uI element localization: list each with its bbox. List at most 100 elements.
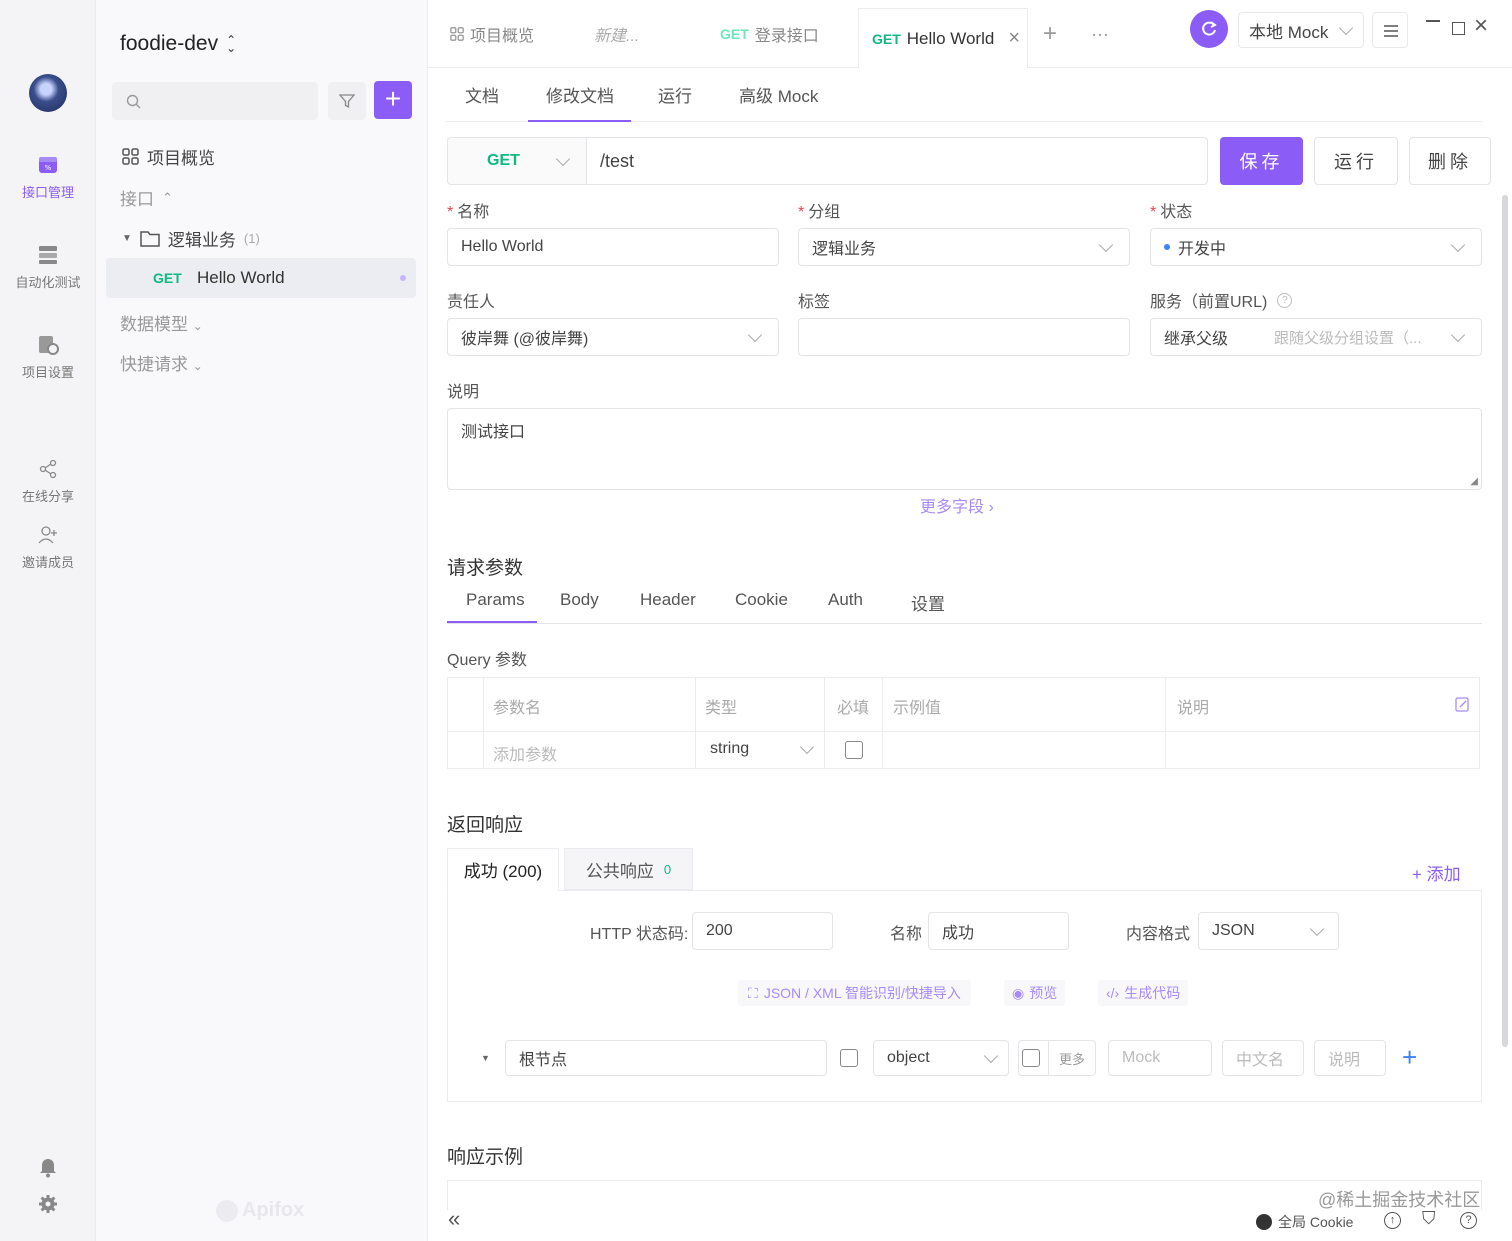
- owner-select[interactable]: 彼岸舞 (@彼岸舞): [447, 318, 779, 356]
- tab-edit-doc[interactable]: 修改文档: [546, 82, 614, 107]
- run-button[interactable]: 运行: [1314, 137, 1398, 185]
- sidebar-endpoint-hello-world[interactable]: GET Hello World: [106, 258, 416, 298]
- grid-icon: [122, 148, 139, 165]
- help-circle-icon[interactable]: ?: [1460, 1212, 1477, 1229]
- root-mock-input[interactable]: Mock: [1108, 1040, 1212, 1076]
- tab-login[interactable]: GET 登录接口: [720, 0, 819, 68]
- tab-doc[interactable]: 文档: [465, 82, 499, 107]
- help-icon[interactable]: ?: [1277, 292, 1293, 308]
- group-select[interactable]: 逻辑业务: [798, 228, 1130, 266]
- status-select[interactable]: 开发中: [1150, 228, 1482, 266]
- add-button[interactable]: +: [374, 81, 412, 119]
- sidebar-item-data-models[interactable]: 数据模型 ⌄: [120, 310, 203, 335]
- scrollbar[interactable]: [1502, 195, 1508, 1047]
- sidebar-item-quick-requests[interactable]: 快捷请求 ⌄: [120, 350, 203, 375]
- method-select[interactable]: GET: [447, 137, 587, 185]
- tab-cookie[interactable]: Cookie: [735, 590, 788, 610]
- root-type-select[interactable]: object: [873, 1040, 1009, 1076]
- tab-new[interactable]: 新建...: [594, 0, 639, 68]
- rail-item-project-settings[interactable]: 项目设置: [0, 334, 96, 381]
- more-fields-link[interactable]: 更多字段 ›: [920, 493, 994, 517]
- caret-down-icon[interactable]: ▼: [481, 1053, 490, 1063]
- tab-settings[interactable]: 设置: [911, 590, 945, 615]
- add-param-input[interactable]: 添加参数: [493, 741, 557, 765]
- env-menu-button[interactable]: [1372, 12, 1408, 48]
- name-input[interactable]: Hello World: [447, 228, 779, 266]
- rail-item-automation[interactable]: 自动化测试: [0, 244, 96, 291]
- tags-input[interactable]: [798, 318, 1130, 356]
- resize-handle-icon[interactable]: ◢: [1470, 476, 1478, 487]
- filter-icon: [339, 94, 355, 109]
- project-switcher[interactable]: foodie-dev ⌃ ⌄: [120, 32, 236, 56]
- minimize-icon[interactable]: [1426, 20, 1440, 22]
- tab-hello-world[interactable]: GET Hello World ×: [858, 8, 1028, 68]
- more-tabs-icon[interactable]: ···: [1091, 0, 1109, 68]
- settings-doc-icon: [39, 336, 59, 355]
- rail-item-api-management[interactable]: % 接口管理: [0, 154, 96, 201]
- root-required-checkbox[interactable]: [840, 1049, 858, 1067]
- tags-label: 标签: [798, 294, 831, 311]
- gear-icon[interactable]: [38, 1194, 58, 1214]
- sidebar-item-interfaces[interactable]: 接口 ⌃: [120, 185, 173, 210]
- content-format-select[interactable]: JSON: [1198, 912, 1339, 950]
- save-button[interactable]: 保存: [1220, 137, 1303, 185]
- response-name-input[interactable]: 成功: [928, 912, 1069, 950]
- status-code-label: HTTP 状态码:: [590, 926, 689, 943]
- tab-response-common[interactable]: 公共响应 0: [564, 848, 693, 890]
- tab-advanced-mock[interactable]: 高级 Mock: [739, 82, 818, 107]
- sync-button[interactable]: [1190, 10, 1228, 48]
- rail-item-invite[interactable]: 邀请成员: [0, 524, 96, 571]
- response-example-title: 响应示例: [447, 1147, 524, 1168]
- add-child-button[interactable]: +: [1402, 1040, 1417, 1074]
- root-node-input[interactable]: 根节点: [505, 1040, 827, 1076]
- rail-item-share[interactable]: 在线分享: [0, 458, 96, 505]
- collapse-sidebar-icon[interactable]: «: [448, 1206, 460, 1232]
- desc-label: 说明: [447, 384, 480, 401]
- tab-body[interactable]: Body: [560, 590, 599, 610]
- root-nullable-checkbox[interactable]: [1022, 1049, 1040, 1067]
- root-cn-name-input[interactable]: 中文名: [1222, 1040, 1304, 1076]
- method-badge: GET: [153, 270, 182, 286]
- service-select[interactable]: 继承父级 跟随父级分组设置（...: [1150, 318, 1482, 356]
- query-params-table: 参数名 类型 必填 示例值 说明 添加参数 string: [447, 677, 1480, 769]
- menu-icon: [1384, 25, 1398, 37]
- upload-icon[interactable]: ↑: [1384, 1212, 1401, 1229]
- sidebar-item-overview[interactable]: 项目概览: [122, 144, 215, 169]
- root-more-group[interactable]: 更多: [1018, 1040, 1096, 1076]
- tab-response-success[interactable]: 成功 (200): [447, 848, 559, 891]
- maximize-icon[interactable]: [1452, 22, 1465, 35]
- col-desc: 说明: [1177, 700, 1210, 717]
- preview-button[interactable]: ◉ 预览: [1004, 980, 1066, 1006]
- tab-header[interactable]: Header: [640, 590, 696, 610]
- global-cookie-button[interactable]: 全局 Cookie: [1256, 1212, 1353, 1232]
- smart-import-button[interactable]: ⛶ JSON / XML 智能识别/快捷导入: [738, 980, 971, 1006]
- bulk-edit-icon[interactable]: [1455, 697, 1470, 712]
- required-checkbox[interactable]: [845, 741, 863, 759]
- generate-code-button[interactable]: ‹/› 生成代码: [1098, 980, 1189, 1006]
- tab-run[interactable]: 运行: [658, 82, 692, 107]
- search-input[interactable]: [112, 82, 318, 120]
- chevron-down-icon: [747, 327, 763, 343]
- status-code-input[interactable]: 200: [692, 912, 833, 950]
- tab-auth[interactable]: Auth: [828, 590, 863, 610]
- env-select[interactable]: 本地 Mock: [1238, 12, 1364, 48]
- refresh-icon: [1202, 21, 1217, 36]
- avatar[interactable]: [29, 74, 67, 112]
- close-icon[interactable]: ×: [1008, 27, 1020, 50]
- sidebar-folder[interactable]: ▼ 逻辑业务 (1): [122, 226, 260, 251]
- tab-overview[interactable]: 项目概览: [450, 0, 534, 68]
- root-desc-input[interactable]: 说明: [1314, 1040, 1386, 1076]
- new-tab-button[interactable]: +: [1043, 0, 1057, 68]
- path-input[interactable]: /test: [586, 137, 1208, 185]
- param-type-select[interactable]: string: [710, 739, 820, 758]
- desc-textarea[interactable]: 测试接口 ◢: [447, 408, 1482, 490]
- delete-button[interactable]: 删除: [1409, 137, 1491, 185]
- main-panel: 项目概览 新建... GET 登录接口 GET Hello World × + …: [428, 0, 1512, 1241]
- bell-icon[interactable]: [38, 1156, 58, 1178]
- window-close-icon[interactable]: ×: [1474, 14, 1488, 38]
- tab-params[interactable]: Params: [466, 590, 525, 610]
- shirt-icon[interactable]: ⛉: [1422, 1208, 1436, 1229]
- add-response-button[interactable]: + 添加: [1412, 860, 1461, 885]
- filter-button[interactable]: [328, 82, 366, 120]
- add-user-icon: [38, 526, 57, 544]
